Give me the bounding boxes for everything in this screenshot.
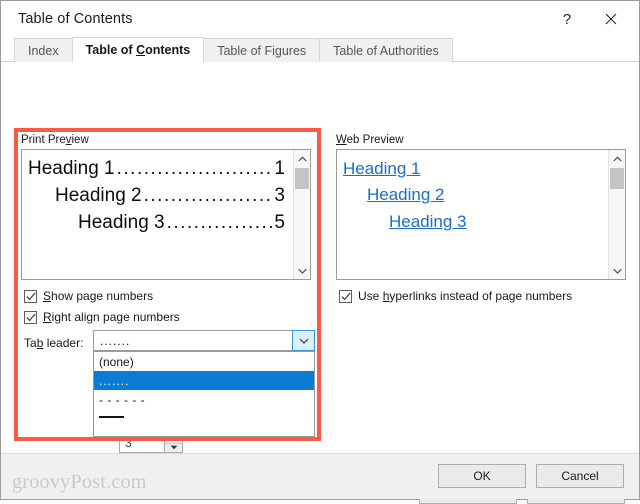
table-of-contents-dialog: Table of Contents ? Index Table of Conte… xyxy=(0,0,640,504)
scroll-up-icon[interactable] xyxy=(609,150,625,167)
print-entry-page: 3 xyxy=(274,184,285,206)
cancel-button[interactable]: Cancel xyxy=(536,464,624,488)
print-preview-content: Heading 1 ..............................… xyxy=(22,150,293,279)
checkmark-icon xyxy=(339,289,352,303)
help-glyph: ? xyxy=(562,10,572,28)
print-entry-page: 5 xyxy=(274,211,285,233)
web-preview-box: Heading 1 Heading 2 Heading 3 xyxy=(336,149,626,280)
print-preview-entry: Heading 1 ..............................… xyxy=(28,156,285,183)
web-preview-entry[interactable]: Heading 2 xyxy=(367,182,600,208)
web-preview-scrollbar[interactable] xyxy=(608,150,625,279)
web-preview-entry[interactable]: Heading 1 xyxy=(343,156,600,182)
dialog-body: Print Preview Heading 1 ................… xyxy=(1,62,639,504)
print-entry-text: Heading 3 xyxy=(78,211,165,233)
tab-table-of-figures[interactable]: Table of Figures xyxy=(203,38,321,62)
dropdown-option-label: - - - - - - xyxy=(99,392,146,407)
checkmark-icon xyxy=(24,289,37,303)
print-preview-scrollbar[interactable] xyxy=(293,150,310,279)
watermark: groovyPost.com xyxy=(12,471,147,493)
right-align-page-numbers-checkbox[interactable]: Right align page numbers xyxy=(24,310,180,324)
dropdown-option-dots[interactable]: ....... xyxy=(94,371,314,390)
scroll-down-icon[interactable] xyxy=(609,262,625,279)
dropdown-option-dashes[interactable]: - - - - - - xyxy=(94,390,314,409)
print-entry-leader: ......................... xyxy=(166,211,275,233)
title-bar-buttons: ? xyxy=(545,1,633,37)
close-glyph xyxy=(605,13,617,25)
dropdown-option-label: (none) xyxy=(99,354,134,369)
tab-table-of-figures-label: Table of Figures xyxy=(217,43,307,58)
chevron-down-icon[interactable] xyxy=(292,330,315,351)
checkmark-icon xyxy=(24,310,37,324)
scroll-up-icon[interactable] xyxy=(294,150,310,167)
print-entry-page: 1 xyxy=(274,158,285,179)
print-entry-leader: ...................................... xyxy=(116,158,275,179)
use-hyperlinks-checkbox[interactable]: Use hyperlinks instead of page numbers xyxy=(339,289,572,303)
tab-table-of-authorities-label: Table of Authorities xyxy=(333,43,439,58)
print-preview-entry: Heading 2 ..............................… xyxy=(55,183,285,210)
help-icon[interactable]: ? xyxy=(545,4,589,34)
dropdown-option-solid[interactable] xyxy=(94,409,314,428)
tab-leader-value: ....... xyxy=(100,333,131,348)
tab-table-of-contents-label: Table of Contents xyxy=(85,43,191,57)
tab-index-label: Index xyxy=(28,43,59,58)
title-bar: Table of Contents ? xyxy=(1,1,639,37)
print-entry-text: Heading 1 xyxy=(28,158,115,179)
print-preview-entry: Heading 3 ......................... 5 xyxy=(78,210,285,237)
web-preview-entry[interactable]: Heading 3 xyxy=(389,209,600,235)
web-preview-label: Web Preview xyxy=(336,134,404,146)
tab-index[interactable]: Index xyxy=(14,38,73,62)
scroll-down-icon[interactable] xyxy=(294,262,310,279)
close-icon[interactable] xyxy=(589,4,633,34)
print-entry-leader: .............................. xyxy=(143,184,275,206)
cancel-button-label: Cancel xyxy=(561,469,599,483)
show-page-numbers-label: Show page numbers xyxy=(43,289,154,303)
dropdown-option-label xyxy=(99,416,124,418)
right-align-page-numbers-label: Right align page numbers xyxy=(43,310,180,324)
use-hyperlinks-label: Use hyperlinks instead of page numbers xyxy=(358,289,573,303)
dropdown-option-none[interactable]: (none) xyxy=(94,352,314,371)
tab-strip: Index Table of Contents Table of Figures… xyxy=(1,37,639,62)
tab-table-of-authorities[interactable]: Table of Authorities xyxy=(319,38,453,62)
scrollbar-thumb[interactable] xyxy=(295,168,309,189)
spinner-down-icon[interactable] xyxy=(165,443,182,452)
web-preview-content: Heading 1 Heading 2 Heading 3 xyxy=(337,150,608,279)
show-page-numbers-checkbox[interactable]: Show page numbers xyxy=(24,289,153,303)
tab-table-of-contents[interactable]: Table of Contents xyxy=(71,37,205,62)
ok-button-label: OK xyxy=(473,469,491,483)
tab-leader-combobox[interactable]: ....... xyxy=(93,330,315,351)
tab-leader-dropdown-list[interactable]: (none) ....... - - - - - - xyxy=(93,351,315,437)
ok-button[interactable]: OK xyxy=(438,464,526,488)
print-preview-label: Print Preview xyxy=(21,134,89,146)
print-preview-box: Heading 1 ..............................… xyxy=(21,149,311,280)
dialog-title: Table of Contents xyxy=(18,11,133,27)
tab-leader-label: Tab leader: xyxy=(24,336,84,350)
dropdown-option-label: ....... xyxy=(99,373,130,388)
scrollbar-thumb[interactable] xyxy=(610,168,624,189)
print-entry-text: Heading 2 xyxy=(55,184,142,206)
